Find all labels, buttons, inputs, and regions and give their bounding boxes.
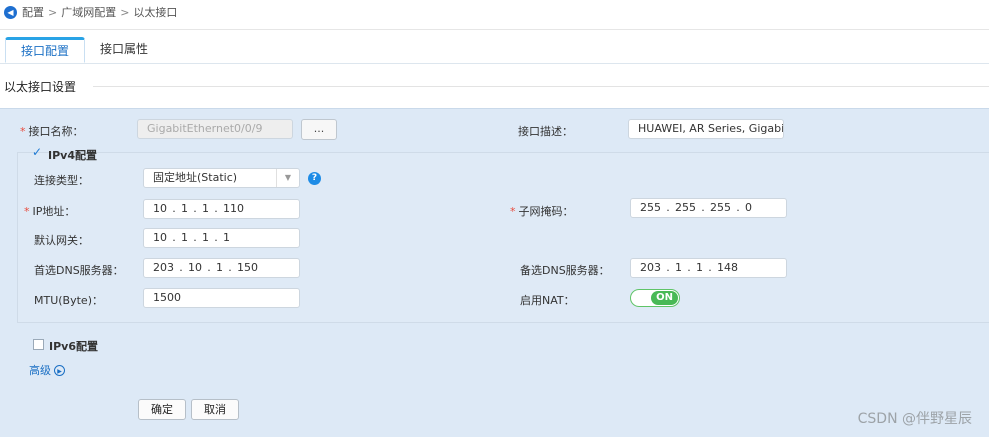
dns1-input[interactable]: 203. 10. 1. 150 (143, 258, 300, 278)
breadcrumb-item-config[interactable]: 配置 (22, 4, 44, 20)
dns2-octet[interactable]: 1 (696, 259, 703, 277)
dns2-octet[interactable]: 148 (717, 259, 738, 277)
watermark: CSDN @伴野星辰 (857, 411, 972, 427)
help-icon[interactable]: ? (308, 172, 321, 185)
ipv6-checkbox[interactable] (33, 339, 44, 350)
gateway-octet[interactable]: 10 (153, 229, 167, 247)
dns2-octet[interactable]: 203 (640, 259, 661, 277)
breadcrumb-separator: > (48, 5, 58, 19)
ipv6-label: IPv6配置 (49, 340, 98, 353)
divider (93, 86, 989, 87)
tab-interface-config[interactable]: 接口配置 (5, 37, 86, 63)
ip-octet[interactable]: 1 (202, 200, 209, 218)
advanced-toggle[interactable]: 高级 ▶ (29, 362, 65, 378)
checkmark-icon: ✓ (32, 145, 43, 159)
mask-octet[interactable]: 255 (675, 199, 696, 217)
breadcrumb-item-wan[interactable]: 广域网配置 (61, 4, 116, 20)
ip-address-input[interactable]: 10. 1. 1. 110 (143, 199, 300, 219)
ip-octet[interactable]: 110 (223, 200, 244, 218)
nat-toggle[interactable]: ON (630, 289, 680, 307)
ipv4-checkbox[interactable]: ✓ (32, 145, 43, 159)
breadcrumb-separator: > (120, 5, 130, 19)
mask-octet[interactable]: 0 (745, 199, 752, 217)
dns2-input[interactable]: 203. 1. 1. 148 (630, 258, 787, 278)
play-circle-icon[interactable]: ▶ (54, 364, 65, 376)
mtu-input[interactable]: 1500 (143, 288, 300, 308)
required-marker: * (24, 205, 30, 218)
interface-name-label: * 接口名称： (20, 125, 84, 138)
ip-octet[interactable]: 10 (153, 200, 167, 218)
gateway-input[interactable]: 10. 1. 1. 1 (143, 228, 300, 248)
breadcrumb: ◀ 配置 > 广域网配置 > 以太接口 (4, 3, 177, 21)
advanced-label[interactable]: 高级 (29, 362, 51, 378)
cancel-button[interactable]: 取消 (191, 399, 239, 420)
section-title: 以太接口设置 (4, 80, 77, 94)
dns2-octet[interactable]: 1 (675, 259, 682, 277)
conn-type-select[interactable]: 固定地址(Static) ▼ (143, 168, 300, 188)
ip-octet[interactable]: 1 (181, 200, 188, 218)
mask-octet[interactable]: 255 (640, 199, 661, 217)
required-marker: * (510, 205, 516, 218)
dns1-octet[interactable]: 203 (153, 259, 174, 277)
browse-button[interactable]: ... (301, 119, 337, 140)
subnet-mask-label: * 子网掩码： (510, 205, 574, 218)
nat-label: 启用NAT： (520, 294, 575, 307)
dns1-octet[interactable]: 150 (237, 259, 258, 277)
mtu-label: MTU(Byte)： (34, 294, 103, 307)
divider (0, 29, 989, 30)
nat-toggle-state: ON (651, 291, 678, 305)
mask-octet[interactable]: 255 (710, 199, 731, 217)
ip-address-label: * IP地址： (24, 205, 76, 218)
chevron-down-icon[interactable]: ▼ (276, 169, 299, 187)
interface-name-field: GigabitEthernet0/0/9 (137, 119, 293, 139)
gateway-label: 默认网关： (34, 234, 89, 247)
interface-desc-label: 接口描述： (518, 125, 573, 138)
divider (0, 63, 989, 64)
back-arrow-icon[interactable]: ◀ (4, 5, 17, 19)
dns1-label: 首选DNS服务器： (34, 264, 124, 277)
required-marker: * (20, 125, 26, 138)
conn-type-value: 固定地址(Static) (153, 171, 238, 184)
conn-type-label: 连接类型： (34, 174, 89, 187)
tab-interface-properties[interactable]: 接口属性 (85, 37, 163, 61)
dns1-octet[interactable]: 1 (216, 259, 223, 277)
ipv4-label: IPv4配置 (48, 149, 97, 162)
gateway-octet[interactable]: 1 (181, 229, 188, 247)
tab-bar: 接口配置 接口属性 (5, 37, 163, 63)
gateway-octet[interactable]: 1 (223, 229, 230, 247)
subnet-mask-input[interactable]: 255. 255. 255. 0 (630, 198, 787, 218)
interface-desc-input[interactable]: HUAWEI, AR Series, GigabitE (628, 119, 784, 139)
dns2-label: 备选DNS服务器： (520, 264, 610, 277)
ok-button[interactable]: 确定 (138, 399, 186, 420)
gateway-octet[interactable]: 1 (202, 229, 209, 247)
breadcrumb-item-ethernet: 以太接口 (133, 6, 178, 19)
dns1-octet[interactable]: 10 (188, 259, 202, 277)
